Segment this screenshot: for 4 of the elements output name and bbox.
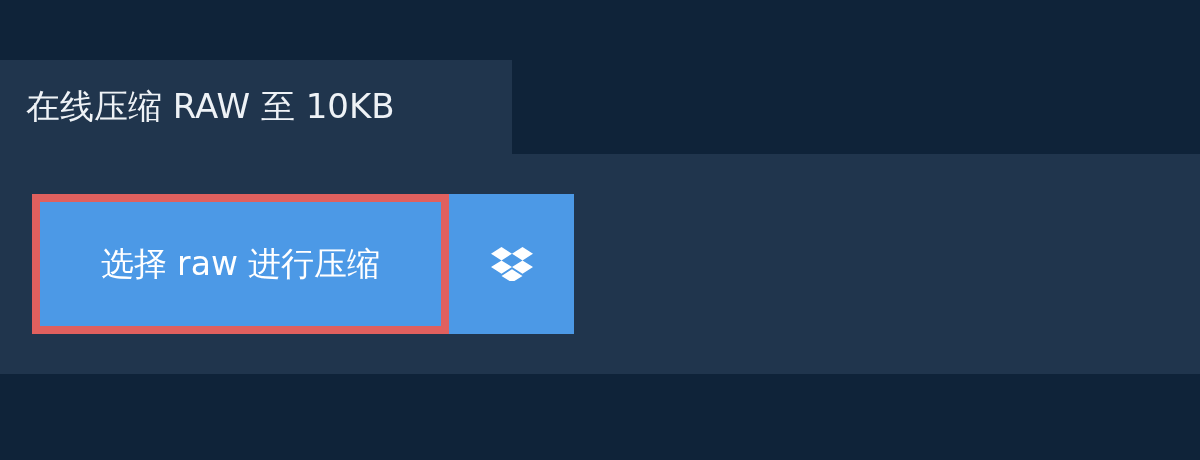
dropbox-button[interactable] [449,194,574,334]
dropbox-icon [490,247,533,281]
tab-title: 在线压缩 RAW 至 10KB [0,60,512,154]
upload-button[interactable]: 选择 raw 进行压缩 [32,194,449,334]
